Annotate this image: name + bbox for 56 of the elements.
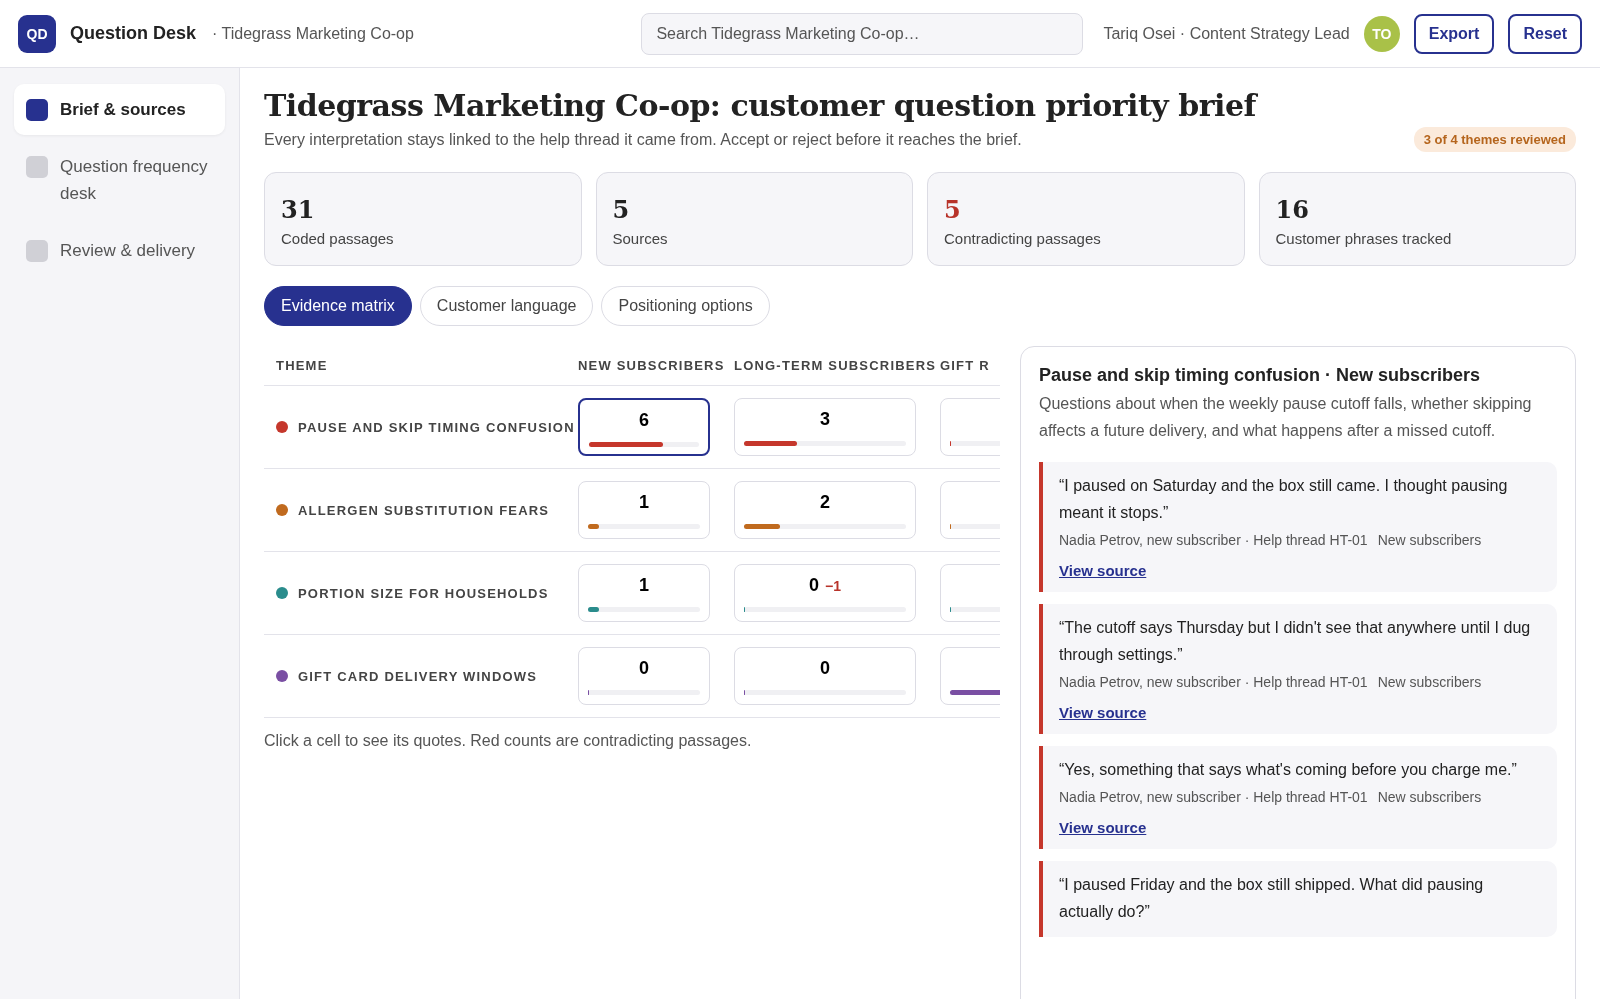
matrix-cell[interactable]: 0 [578, 647, 710, 705]
app-logo: QD [18, 14, 56, 53]
page-title: Tidegrass Marketing Co-op: customer question priority brief [264, 88, 1259, 123]
column-header: LONG-TERM SUBSCRIBERS [734, 358, 937, 373]
stat-value: 5 [612, 195, 631, 224]
stat-label: Coded passages [281, 230, 395, 247]
matrix-cell[interactable]: 0 [734, 647, 916, 705]
view-source-link[interactable]: View source [1059, 562, 1147, 579]
detail-description: Questions about when the weekly pause cutoff falls, whether skipping affects a future delivery, and what happens after a missed cutoff. [1039, 394, 1533, 441]
theme-name: PORTION SIZE FOR HOUSEHOLDS [298, 585, 549, 601]
matrix-cell[interactable]: 3 [734, 398, 916, 456]
stat-label: Sources [612, 230, 669, 247]
view-source-link[interactable]: View source [1059, 704, 1147, 721]
quote-text: “Yes, something that says what's coming before you charge me.” [1059, 760, 1518, 780]
quote-source: Nadia Petrov, new subscriber · Help thread HT-01 [1059, 532, 1368, 548]
segment-label: New subscribers [1377, 674, 1482, 690]
tab[interactable]: Evidence matrix [264, 286, 412, 326]
theme-name: GIFT CARD DELIVERY WINDOWS [298, 668, 538, 684]
detail-title: Pause and skip timing confusion · New subscribers [1039, 365, 1482, 386]
stat-label: Contradicting passages [944, 230, 1102, 247]
matrix-footnote: Click a cell to see its quotes. Red counts are contradicting passages. [264, 732, 753, 750]
quote-text: “I paused Friday and the box still shipped. What did pausing actually do?” [1059, 875, 1485, 922]
matrix-cell[interactable]: 6 [578, 398, 710, 456]
matrix-cell[interactable]: 2 [734, 481, 916, 539]
stat-value: 31 [281, 195, 316, 224]
theme-name: PAUSE AND SKIP TIMING CONFUSION [298, 419, 575, 435]
tab[interactable]: Customer language [419, 286, 594, 326]
column-header: NEW SUBSCRIBERS [578, 358, 725, 373]
column-header: GIFT R [940, 358, 990, 373]
user-name: Tariq Osei · Content Strategy Lead [1103, 24, 1350, 43]
app-name: Question Desk [70, 23, 197, 44]
sidebar-item[interactable]: Question frequency desk [14, 141, 225, 219]
tab[interactable]: Positioning options [601, 286, 770, 326]
stat-label: Customer phrases tracked [1275, 230, 1453, 247]
theme-name: ALLERGEN SUBSTITUTION FEARS [298, 502, 550, 518]
matrix-cell[interactable]: 1 [578, 564, 710, 622]
page-subtitle: Every interpretation stays linked to the help thread it came from. Accept or reject before it reaches the brief. [264, 130, 1022, 149]
search-field[interactable]: Search Tidegrass Marketing Co-op… [641, 12, 1084, 55]
stat-value: 5 [944, 195, 962, 224]
view-source-link[interactable]: View source [1059, 819, 1147, 836]
quote-source: Nadia Petrov, new subscriber · Help thread HT-01 [1059, 674, 1368, 690]
matrix-cell[interactable]: 1 [578, 481, 710, 539]
matrix-cell[interactable]: 0 −1 [734, 564, 916, 622]
segment-label: New subscribers [1377, 789, 1482, 805]
review-badge: 3 of 4 themes reviewed [1413, 127, 1576, 152]
sidebar-item[interactable]: Review & delivery [14, 225, 225, 276]
stat-value: 16 [1275, 195, 1310, 224]
quote-text: “I paused on Saturday and the box still came. I thought pausing meant it stops.” [1059, 476, 1509, 523]
column-header: THEME [276, 358, 328, 373]
quote-source: Nadia Petrov, new subscriber · Help thread HT-01 [1059, 789, 1368, 805]
segment-label: New subscribers [1377, 532, 1482, 548]
quote-text: “The cutoff says Thursday but I didn't see that anywhere until I dug through settings.” [1059, 618, 1532, 665]
workspace-name: · Tidegrass Marketing Co-op [212, 24, 414, 43]
reset-button[interactable]: Reset [1508, 13, 1582, 54]
sidebar-item[interactable]: Brief & sources [14, 84, 225, 135]
export-button[interactable]: Export [1413, 13, 1495, 54]
